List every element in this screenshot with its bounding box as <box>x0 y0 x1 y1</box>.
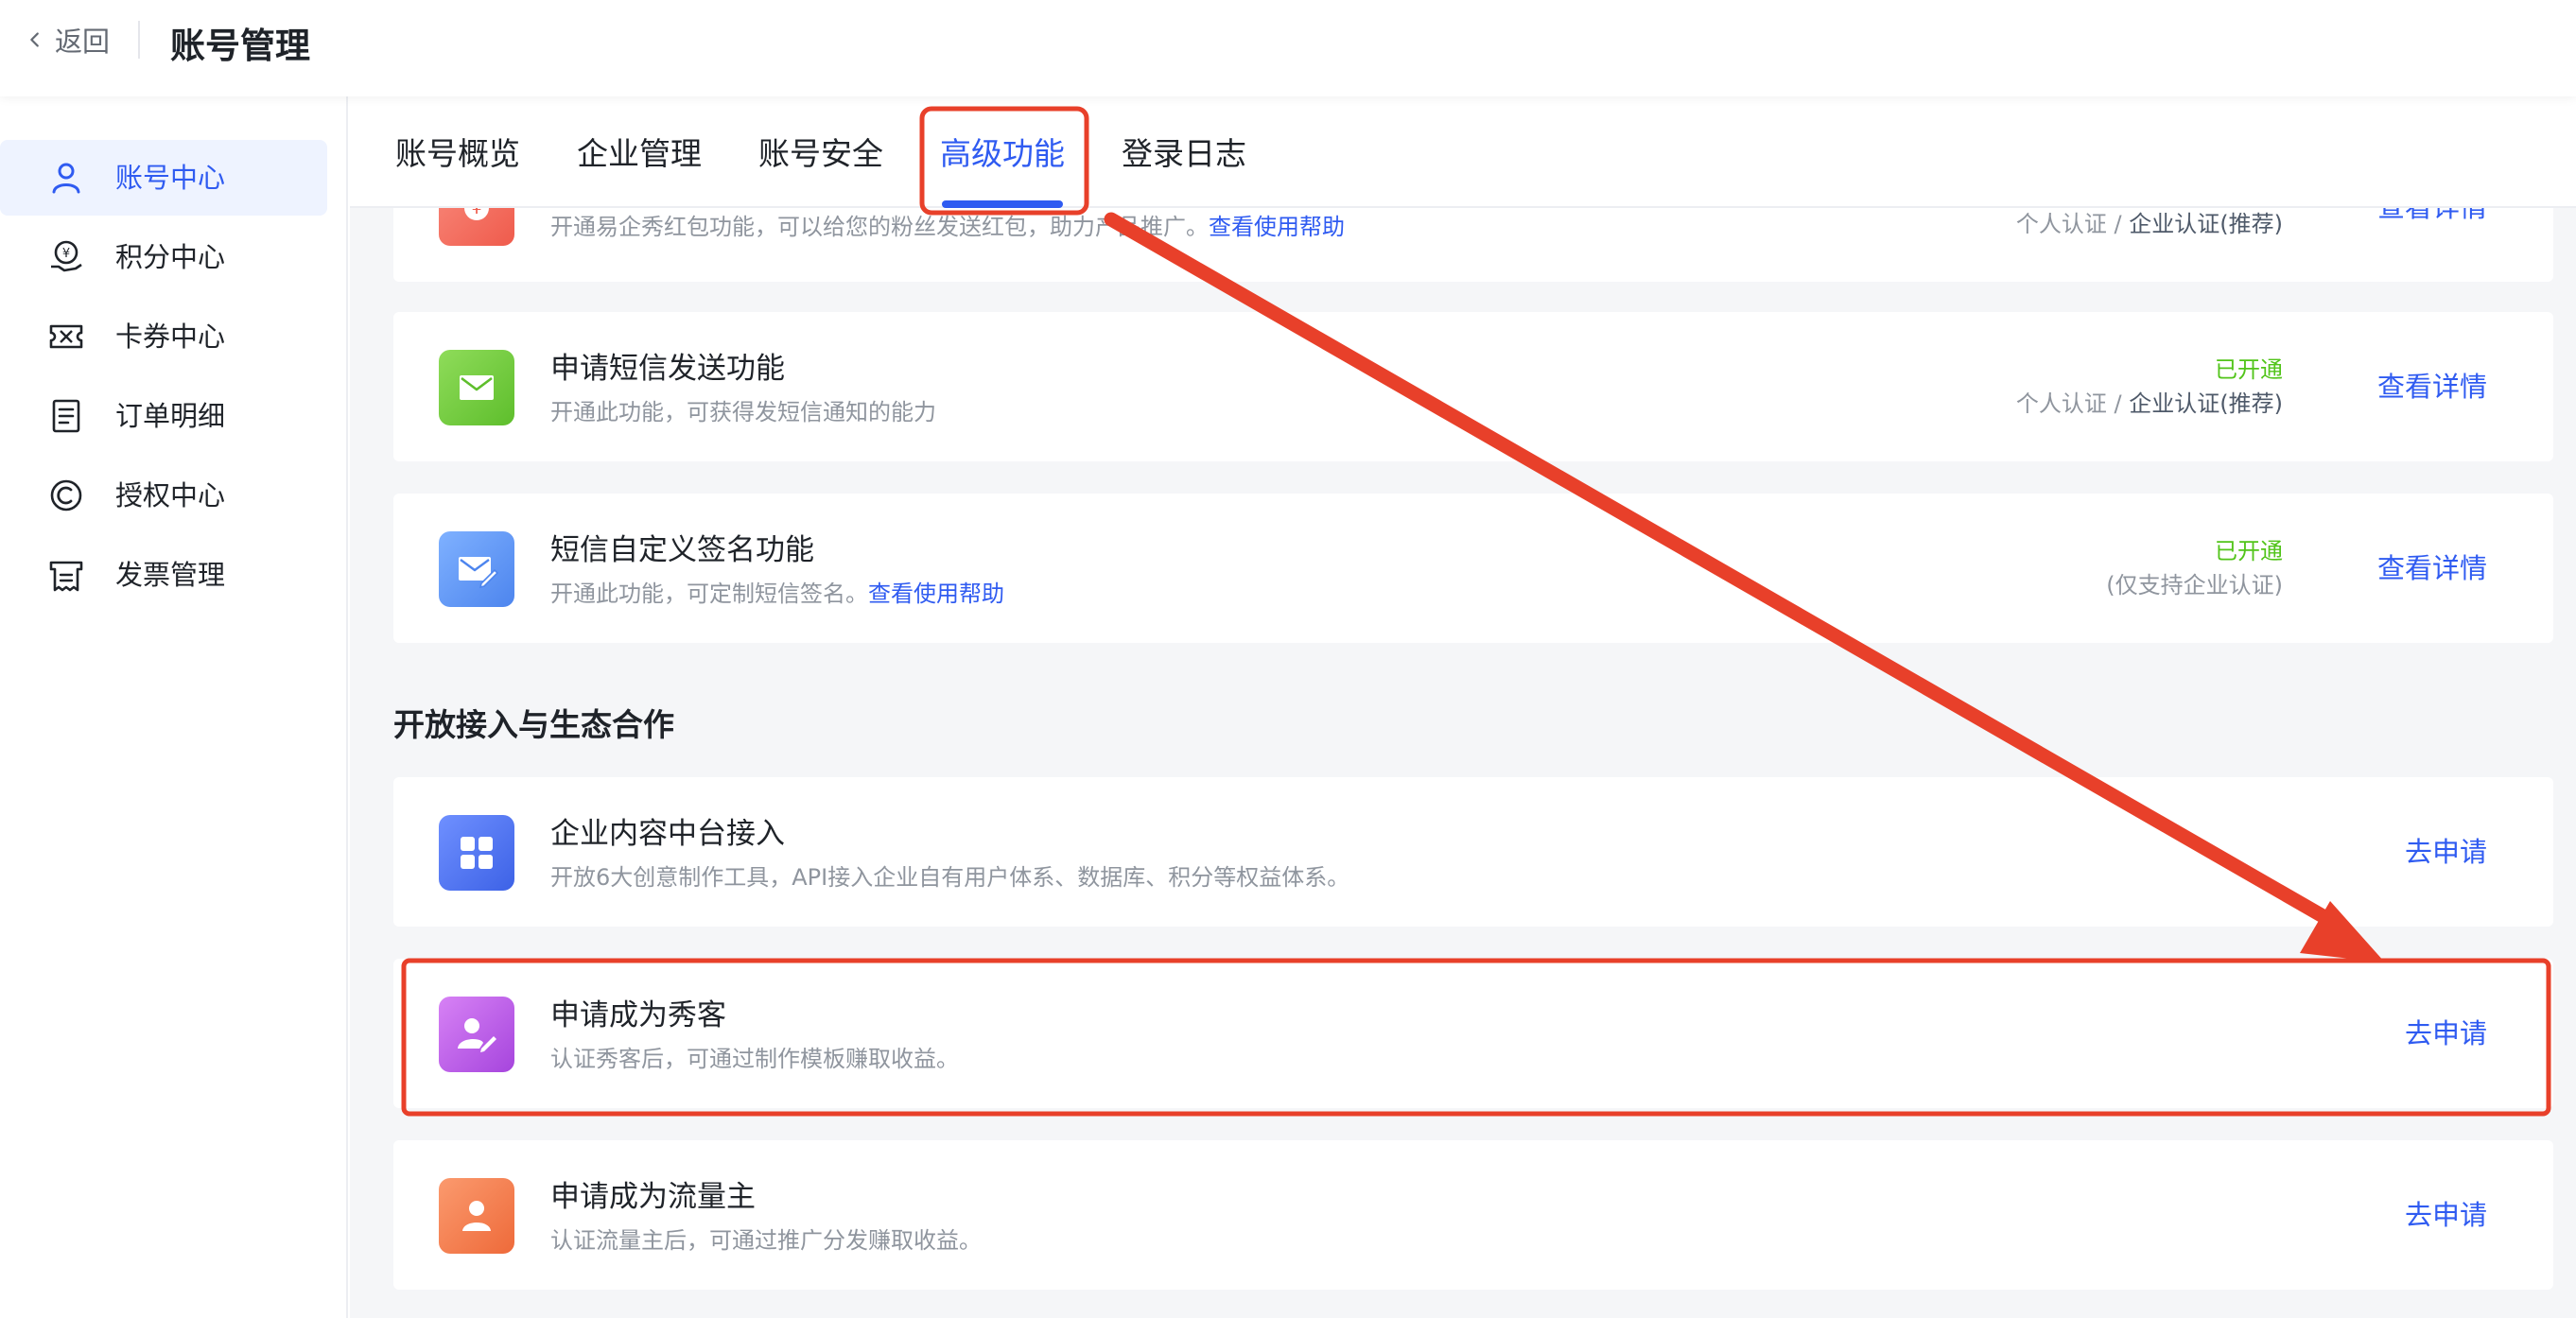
grid-icon <box>439 815 514 891</box>
top-header: 返回 账号管理 <box>0 0 2576 96</box>
back-label: 返回 <box>55 26 111 58</box>
header-divider <box>138 21 140 59</box>
section-title: 开放接入与生态合作 <box>393 706 674 743</box>
points-icon: ¥ <box>47 238 85 276</box>
card-sms-signature: 短信自定义签名功能 开通此功能，可定制短信签名。查看使用帮助 已开通 (仅支持企… <box>393 494 2553 643</box>
requirement-text: 个人认证 / 企业认证(推荐) <box>2016 388 2283 420</box>
order-icon <box>47 397 85 435</box>
sidebar-item-points-center[interactable]: ¥ 积分中心 <box>0 219 327 295</box>
help-link[interactable]: 查看使用帮助 <box>1209 214 1345 240</box>
view-details-link[interactable]: 查看详情 <box>2377 548 2487 588</box>
card-title: 申请成为流量主 <box>550 1180 756 1214</box>
apply-link[interactable]: 去申请 <box>2405 1195 2487 1235</box>
card-content-platform: 企业内容中台接入 开放6大创意制作工具，API接入企业自有用户体系、数据库、积分… <box>393 777 2553 927</box>
requirement-separator: / <box>2114 211 2122 237</box>
mail-edit-icon <box>439 531 514 607</box>
requirement-personal: 个人认证 <box>2015 211 2107 237</box>
person-icon <box>439 1178 514 1254</box>
card-description: 开通此功能，可获得发短信通知的能力 <box>550 399 936 425</box>
card-sms-send: 申请短信发送功能 开通此功能，可获得发短信通知的能力 已开通 个人认证 / 企业… <box>393 312 2553 461</box>
sidebar-item-invoice-management[interactable]: 发票管理 <box>0 537 327 613</box>
main-content: 账号概览 企业管理 账号安全 高级功能 登录日志 ¥ 开通易企秀红包功能，可以给… <box>350 96 2576 1318</box>
apply-link[interactable]: 去申请 <box>2405 1014 2487 1053</box>
card-creator: 申请成为秀客 认证秀客后，可通过制作模板赚取收益。 去申请 <box>393 959 2553 1108</box>
card-description: 开通易企秀红包功能，可以给您的粉丝发送红包，助力产品推广。查看使用帮助 <box>550 210 1345 244</box>
chevron-left-icon <box>30 32 39 47</box>
card-description: 认证秀客后，可通过制作模板赚取收益。 <box>550 1046 959 1072</box>
creator-icon <box>439 997 514 1072</box>
sidebar-item-label: 授权中心 <box>115 479 226 512</box>
tab-account-overview[interactable]: 账号概览 <box>395 132 520 176</box>
user-icon <box>47 159 85 197</box>
tab-advanced-features[interactable]: 高级功能 <box>940 132 1065 176</box>
sidebar-item-label: 发票管理 <box>115 559 226 591</box>
copyright-icon <box>47 477 85 514</box>
requirement-text: 个人认证 / 企业认证(推荐) <box>2016 208 2283 240</box>
requirement-enterprise: 企业认证(推荐) <box>2129 211 2283 237</box>
ticket-icon <box>47 318 85 356</box>
active-tab-indicator <box>942 200 1063 208</box>
help-link[interactable]: 查看使用帮助 <box>868 581 1004 607</box>
card-title: 短信自定义签名功能 <box>550 533 814 567</box>
invoice-icon <box>47 556 85 594</box>
sidebar: 账号中心 ¥ 积分中心 卡券中心 订单明细 授权中心 发票管理 <box>0 96 348 1318</box>
sidebar-item-order-details[interactable]: 订单明细 <box>0 378 327 454</box>
card-description-text: 开通易企秀红包功能，可以给您的粉丝发送红包，助力产品推广。 <box>550 214 1209 240</box>
card-title: 申请短信发送功能 <box>550 352 785 386</box>
svg-text:¥: ¥ <box>62 247 70 261</box>
requirement-personal: 个人认证 <box>2015 390 2107 417</box>
mail-icon <box>439 350 514 425</box>
view-details-link[interactable]: 查看详情 <box>2377 367 2487 407</box>
page-title: 账号管理 <box>170 26 310 66</box>
card-traffic-owner: 申请成为流量主 认证流量主后，可通过推广分发赚取收益。 去申请 <box>393 1140 2553 1290</box>
sidebar-item-account-center[interactable]: 账号中心 <box>0 140 327 216</box>
tab-login-log[interactable]: 登录日志 <box>1122 132 1246 176</box>
requirement-enterprise: 企业认证(推荐) <box>2129 390 2283 417</box>
requirement-text: (仅支持企业认证) <box>2106 572 2283 598</box>
sidebar-item-ticket-center[interactable]: 卡券中心 <box>0 299 327 374</box>
card-title: 申请成为秀客 <box>550 998 726 1032</box>
status-badge: 已开通 <box>2215 356 2283 383</box>
sidebar-item-label: 账号中心 <box>115 162 226 194</box>
sidebar-item-authorization-center[interactable]: 授权中心 <box>0 458 327 533</box>
back-button[interactable]: 返回 <box>25 21 110 59</box>
tab-enterprise-management[interactable]: 企业管理 <box>577 132 702 176</box>
apply-link[interactable]: 去申请 <box>2405 832 2487 872</box>
tab-account-security[interactable]: 账号安全 <box>758 132 883 176</box>
card-title: 企业内容中台接入 <box>550 817 785 851</box>
card-description: 开通此功能，可定制短信签名。查看使用帮助 <box>550 577 1004 611</box>
requirement-separator: / <box>2114 390 2122 417</box>
sidebar-item-label: 订单明细 <box>115 400 226 432</box>
status-badge: 已开通 <box>2215 538 2283 564</box>
card-description: 开放6大创意制作工具，API接入企业自有用户体系、数据库、积分等权益体系。 <box>550 864 1350 891</box>
sidebar-item-label: 积分中心 <box>115 241 226 273</box>
card-description: 认证流量主后，可通过推广分发赚取收益。 <box>550 1227 982 1254</box>
card-description-text: 开通此功能，可定制短信签名。 <box>550 581 868 607</box>
tab-bar: 账号概览 企业管理 账号安全 高级功能 登录日志 <box>350 96 2576 208</box>
sidebar-item-label: 卡券中心 <box>115 321 226 353</box>
